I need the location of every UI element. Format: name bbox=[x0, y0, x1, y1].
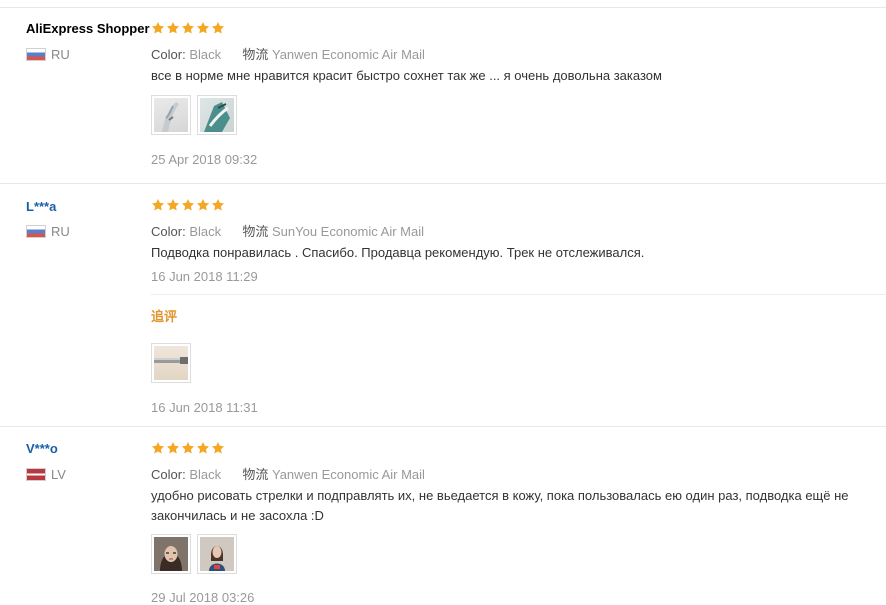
star-icon bbox=[166, 21, 180, 35]
top-divider bbox=[0, 7, 886, 8]
review-text: Подводка понравилась . Спасибо. Продавца… bbox=[151, 245, 645, 260]
star-icon bbox=[211, 21, 225, 35]
star-icon bbox=[151, 21, 165, 35]
shipping-value: Yanwen Economic Air Mail bbox=[272, 467, 425, 482]
shipping-label: 物流 bbox=[242, 224, 269, 239]
review-photo[interactable] bbox=[151, 534, 191, 574]
country-code: RU bbox=[51, 47, 70, 62]
followup-divider bbox=[151, 294, 886, 295]
followup-date: 16 Jun 2018 11:31 bbox=[151, 400, 258, 415]
reviewer-name-link[interactable]: V***o bbox=[26, 441, 58, 456]
star-icon bbox=[166, 441, 180, 455]
shipping-value: Yanwen Economic Air Mail bbox=[272, 47, 425, 62]
star-icon bbox=[151, 198, 165, 212]
review-divider bbox=[0, 183, 886, 184]
reviewer-name-link[interactable]: L***a bbox=[26, 199, 56, 214]
review-text-line-2: закончилась и не засохла :D bbox=[151, 508, 324, 523]
ru-flag-icon bbox=[26, 48, 46, 61]
followup-label: 追评 bbox=[151, 309, 178, 324]
color-label: Color: bbox=[151, 47, 186, 62]
shipping-label: 物流 bbox=[242, 467, 269, 482]
star-icon bbox=[181, 21, 195, 35]
review-date: 16 Jun 2018 11:29 bbox=[151, 269, 258, 284]
star-icon bbox=[166, 198, 180, 212]
review-text-line-1: удобно рисовать стрелки и подправлять их… bbox=[151, 488, 849, 503]
color-value: Black bbox=[189, 224, 222, 239]
star-icon bbox=[181, 441, 195, 455]
star-icon bbox=[196, 441, 210, 455]
review-photo[interactable] bbox=[197, 95, 237, 135]
star-rating bbox=[151, 198, 225, 212]
followup-photo[interactable] bbox=[151, 343, 191, 383]
country-code: LV bbox=[51, 467, 66, 482]
star-icon bbox=[181, 198, 195, 212]
star-icon bbox=[196, 21, 210, 35]
review-divider bbox=[0, 426, 886, 427]
star-icon bbox=[211, 198, 225, 212]
color-value: Black bbox=[189, 47, 222, 62]
shipping-label: 物流 bbox=[242, 47, 269, 62]
star-icon bbox=[211, 441, 225, 455]
reviewer-country: LV bbox=[26, 467, 66, 482]
review-photos bbox=[151, 95, 237, 135]
country-code: RU bbox=[51, 224, 70, 239]
reviewer-name: AliExpress Shopper bbox=[26, 21, 150, 36]
order-info: Color: Black 物流 SunYou Economic Air Mail bbox=[151, 221, 424, 240]
order-info: Color: Black 物流 Yanwen Economic Air Mail bbox=[151, 44, 425, 63]
review-date: 25 Apr 2018 09:32 bbox=[151, 152, 258, 167]
lv-flag-icon bbox=[26, 468, 46, 481]
star-icon bbox=[151, 441, 165, 455]
color-value: Black bbox=[189, 467, 222, 482]
star-rating bbox=[151, 21, 225, 35]
shipping-value: SunYou Economic Air Mail bbox=[272, 224, 424, 239]
ru-flag-icon bbox=[26, 225, 46, 238]
reviewer-country: RU bbox=[26, 47, 70, 62]
star-icon bbox=[196, 198, 210, 212]
color-label: Color: bbox=[151, 467, 186, 482]
color-label: Color: bbox=[151, 224, 186, 239]
order-info: Color: Black 物流 Yanwen Economic Air Mail bbox=[151, 464, 425, 483]
review-photos bbox=[151, 534, 237, 574]
review-text: все в норме мне нравится красит быстро с… bbox=[151, 68, 662, 83]
review-photo[interactable] bbox=[197, 534, 237, 574]
star-rating bbox=[151, 441, 225, 455]
review-photo[interactable] bbox=[151, 95, 191, 135]
reviewer-country: RU bbox=[26, 224, 70, 239]
followup-photos bbox=[151, 343, 191, 383]
